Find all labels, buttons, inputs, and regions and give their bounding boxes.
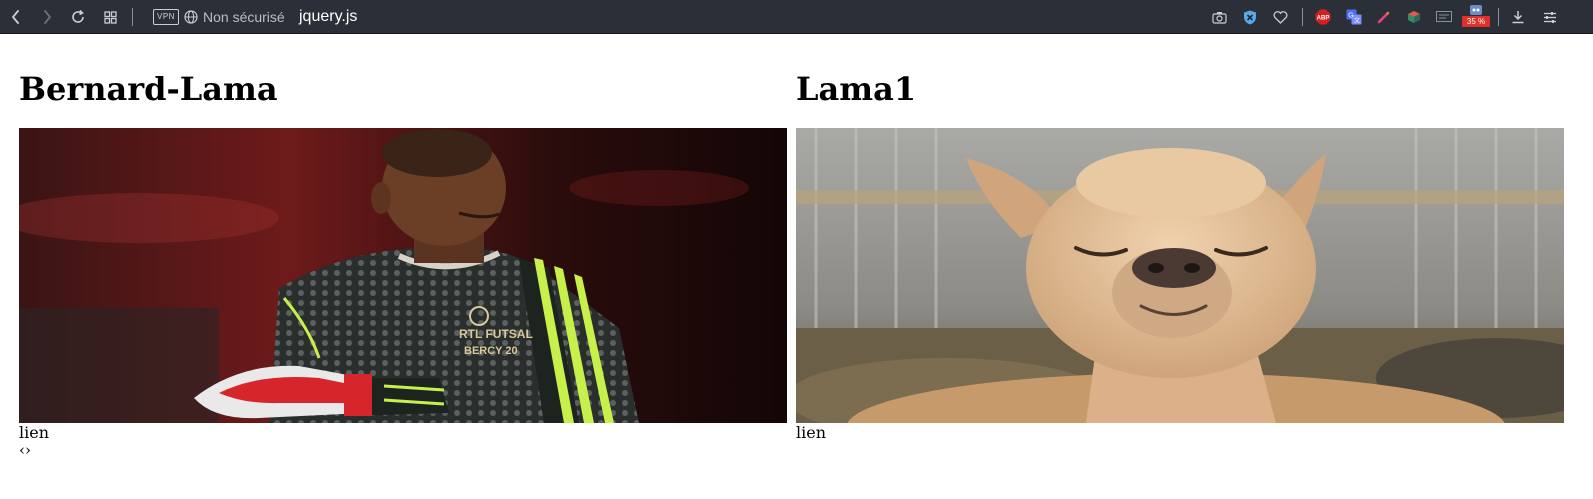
security-status[interactable]: Non sécurisé — [203, 0, 285, 34]
toolbar-separator — [1302, 8, 1303, 26]
heart-icon[interactable] — [1270, 0, 1290, 34]
toolbar-separator — [132, 8, 133, 26]
screen-reader-icon[interactable] — [1434, 0, 1454, 34]
browser-toolbar: VPN Non sécurisé jquery.js ABP G文 35 % — [0, 0, 1593, 34]
color-picker-icon[interactable] — [1374, 0, 1394, 34]
back-icon[interactable] — [6, 0, 26, 34]
speed-dial-icon[interactable] — [100, 0, 120, 34]
vpn-badge[interactable]: VPN — [153, 9, 179, 25]
toolbar-separator — [1498, 8, 1499, 26]
cube-icon[interactable] — [1404, 0, 1424, 34]
svg-text:G: G — [1348, 13, 1353, 20]
svg-text:RTL FUTSAL: RTL FUTSAL — [459, 327, 533, 341]
svg-text:ABP: ABP — [1317, 16, 1330, 22]
forward-icon[interactable] — [37, 0, 57, 34]
download-icon[interactable] — [1508, 0, 1528, 34]
card-title: Lama1 — [796, 70, 917, 108]
translate-icon[interactable]: G文 — [1344, 0, 1364, 34]
settings-sliders-icon[interactable] — [1540, 0, 1560, 34]
card-link[interactable]: lien — [796, 423, 826, 442]
svg-text:文: 文 — [1354, 17, 1360, 25]
llama-photo — [796, 128, 1564, 423]
card-link[interactable]: lien — [19, 423, 49, 442]
adblock-icon[interactable]: ABP — [1313, 0, 1333, 34]
globe-icon[interactable] — [182, 0, 200, 34]
camera-icon[interactable] — [1209, 0, 1229, 34]
extension-badge: 35 % — [1462, 16, 1490, 27]
address-bar-url[interactable]: jquery.js — [299, 0, 357, 34]
card-title: Bernard-Lama — [19, 70, 278, 108]
reload-icon[interactable] — [68, 0, 88, 34]
svg-text:BERCY 20: BERCY 20 — [464, 345, 518, 357]
shield-icon[interactable] — [1240, 0, 1260, 34]
goalkeeper-photo: RTL FUTSAL BERCY 20 — [19, 128, 787, 423]
slider-arrows[interactable]: ‹› — [19, 441, 31, 459]
